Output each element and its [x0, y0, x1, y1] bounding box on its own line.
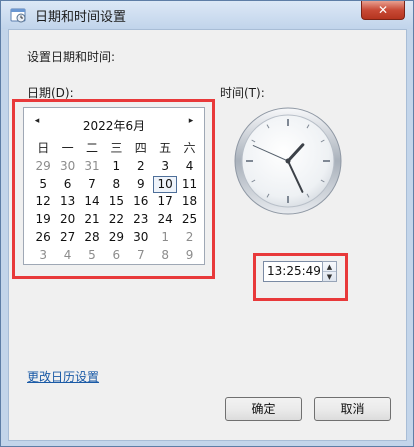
time-label: 时间(T): — [220, 86, 265, 100]
close-button[interactable]: ✕ — [361, 1, 405, 20]
change-calendar-settings-link[interactable]: 更改日历设置 — [27, 368, 99, 385]
time-down-arrow-icon[interactable]: ▼ — [323, 272, 336, 282]
time-spinner[interactable]: ▲ ▼ — [322, 261, 337, 282]
cancel-button[interactable]: 取消 — [314, 397, 391, 421]
analog-clock — [234, 107, 342, 215]
calendar-highlight-box — [12, 99, 215, 279]
window-title: 日期和时间设置 — [35, 10, 127, 25]
title-bar[interactable]: 日期和时间设置 ✕ — [1, 1, 413, 29]
time-up-arrow-icon[interactable]: ▲ — [323, 262, 336, 272]
clock-app-icon — [10, 8, 26, 23]
ok-button[interactable]: 确定 — [225, 397, 302, 421]
prompt-label: 设置日期和时间: — [27, 50, 116, 64]
time-input[interactable]: 13:25:49 — [263, 261, 323, 282]
